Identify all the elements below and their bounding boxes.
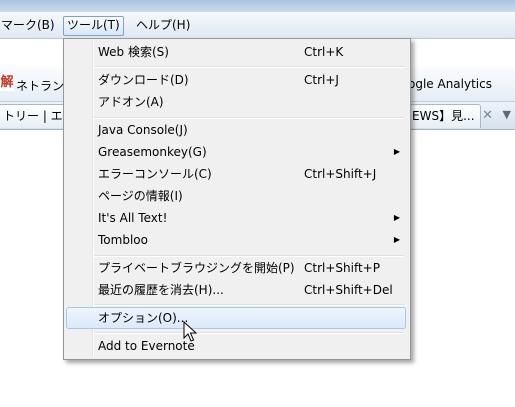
tools-dropdown-menu: Web 検索(S) Ctrl+K ダウンロード(D) Ctrl+J アドオン(A… (63, 38, 411, 360)
menu-separator (94, 66, 404, 68)
menu-item-label: プライベートブラウジングを開始(P) (98, 261, 295, 275)
menu-item-java-console[interactable]: Java Console(J) (66, 119, 406, 141)
menu-item-label: ダウンロード(D) (98, 73, 189, 87)
menu-item-label: オプション(O)... (98, 311, 189, 325)
window-frame (0, 0, 515, 12)
menu-bar: マーク(B) ツール(T) ヘルプ(H) (0, 12, 515, 39)
triangle-right-icon: ▶ (393, 213, 400, 222)
menu-help[interactable]: ヘルプ(H) (133, 16, 193, 34)
bookmark-item[interactable]: ネトラン (16, 77, 64, 94)
menu-tools[interactable]: ツール(T) (63, 16, 124, 36)
bookmark-item[interactable]: ogle Analytics (408, 77, 492, 91)
menu-item-shortcut: Ctrl+Shift+P (304, 261, 380, 275)
tab-title: トリー | エ (3, 109, 63, 123)
close-icon[interactable]: ✕ (482, 108, 493, 123)
menu-item-shortcut: Ctrl+K (304, 45, 344, 59)
tab-title: EWS】見... (412, 109, 475, 123)
menu-item-shortcut: Ctrl+J (304, 73, 339, 87)
menu-item-shortcut: Ctrl+Shift+J (304, 167, 377, 181)
menu-item-label: It's All Text! (98, 211, 168, 225)
menu-item-page-info[interactable]: ページの情報(I) (66, 185, 406, 207)
bookmark-favicon-icon: 解 (0, 75, 14, 91)
menu-item-label: Java Console(J) (98, 123, 188, 137)
menu-item-label: 最近の履歴を消去(H)... (98, 283, 224, 297)
browser-tab[interactable]: トリー | エ (0, 104, 68, 128)
menu-item-label: アドオン(A) (98, 95, 164, 109)
menu-item-options[interactable]: オプション(O)... (66, 307, 406, 329)
menu-item-label: Greasemonkey(G) (98, 145, 207, 159)
menu-item-label: エラーコンソール(C) (98, 167, 212, 181)
menu-bookmarks[interactable]: マーク(B) (0, 16, 58, 34)
menu-item-its-all-text[interactable]: It's All Text! ▶ (66, 207, 406, 229)
menu-item-tombloo[interactable]: Tombloo ▶ (66, 229, 406, 251)
menu-item-label: Add to Evernote (98, 339, 195, 353)
menu-item-label: ページの情報(I) (98, 189, 183, 203)
triangle-right-icon: ▶ (393, 235, 400, 244)
menu-item-addons[interactable]: アドオン(A) (66, 91, 406, 113)
menu-item-clear-history[interactable]: 最近の履歴を消去(H)... Ctrl+Shift+Del (66, 279, 406, 301)
menu-separator (94, 332, 404, 334)
menu-item-shortcut: Ctrl+Shift+Del (304, 283, 393, 297)
menu-item-label: Web 検索(S) (98, 45, 169, 59)
mouse-pointer-icon (183, 321, 197, 342)
menu-item-greasemonkey[interactable]: Greasemonkey(G) ▶ (66, 141, 406, 163)
menu-item-web-search[interactable]: Web 検索(S) Ctrl+K (66, 41, 406, 63)
browser-tab[interactable]: EWS】見... (405, 104, 481, 128)
menu-item-downloads[interactable]: ダウンロード(D) Ctrl+J (66, 69, 406, 91)
menu-item-error-console[interactable]: エラーコンソール(C) Ctrl+Shift+J (66, 163, 406, 185)
chevron-down-icon[interactable]: ▼ (503, 108, 511, 121)
triangle-right-icon: ▶ (393, 147, 400, 156)
menu-item-private-browsing[interactable]: プライベートブラウジングを開始(P) Ctrl+Shift+P (66, 257, 406, 279)
menu-separator (94, 304, 404, 306)
menu-item-add-to-evernote[interactable]: Add to Evernote (66, 335, 406, 357)
menu-item-label: Tombloo (98, 233, 148, 247)
